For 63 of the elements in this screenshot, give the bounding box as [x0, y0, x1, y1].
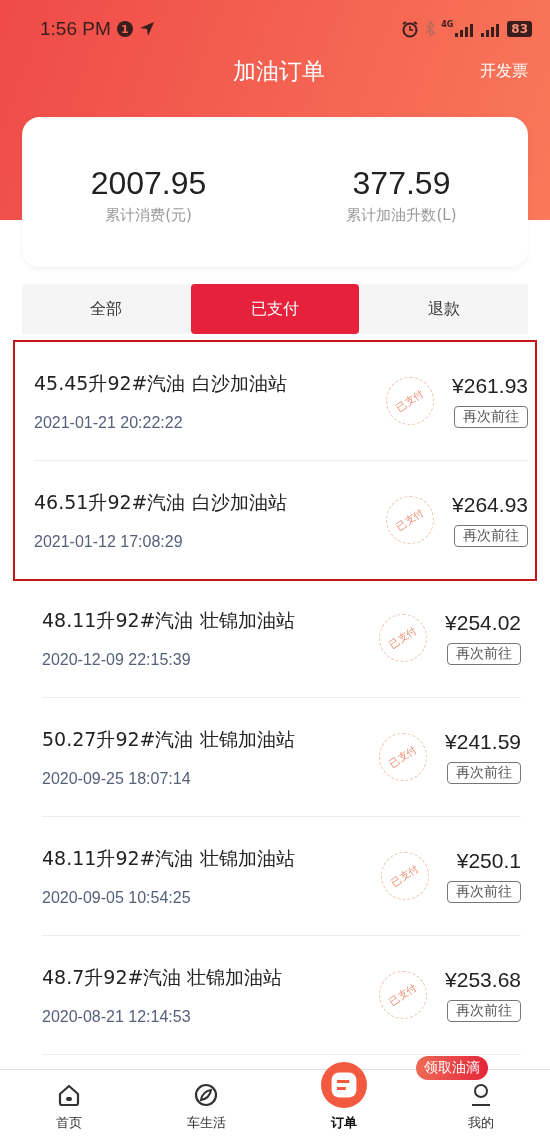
order-time: 2020-12-09 22:15:39: [42, 650, 192, 669]
order-title: 50.27升92#汽油 壮锦加油站: [42, 726, 296, 752]
order-price: ¥254.02: [445, 611, 521, 635]
order-time: 2020-09-25 18:07:14: [42, 769, 192, 788]
signal-icon: [455, 21, 476, 37]
nav-tab[interactable]: 车生活: [137, 1082, 275, 1140]
signal-icon: [481, 21, 502, 37]
nav-label: 车生活: [186, 1114, 226, 1132]
order-row[interactable]: 50.27升92#汽油 壮锦加油站 2020-09-25 18:07:14 已支付 ¥241.59 再次前往: [42, 698, 521, 817]
order-price: ¥261.93: [452, 374, 528, 398]
stamp-text: 已支付: [393, 386, 427, 416]
stat-label: 累计消费(元): [104, 206, 193, 225]
order-time: 2021-01-21 20:22:22: [34, 413, 184, 432]
stamp-text: 已支付: [393, 505, 427, 535]
order-time: 2020-09-05 10:54:25: [42, 888, 192, 907]
filter-tab[interactable]: 全部: [22, 284, 191, 334]
order-time: 2020-08-21 12:14:53: [42, 1007, 192, 1026]
order-time: 2021-01-12 17:08:29: [34, 532, 184, 551]
nav-label: 我的: [468, 1114, 495, 1132]
compass-icon: [193, 1082, 220, 1108]
order-row[interactable]: 48.7升92#汽油 壮锦加油站 2020-08-21 12:14:53 已支付 ¥253.68 再次前往: [42, 936, 521, 1055]
order-row[interactable]: 48.11升92#汽油 壮锦加油站 2020-12-09 22:15:39 已支付 ¥254.02 再次前往: [42, 579, 521, 698]
order-price: ¥241.59: [445, 730, 521, 754]
go-again-button[interactable]: 再次前往: [447, 762, 521, 784]
stamp-text: 已支付: [388, 861, 422, 891]
order-title: 45.45升92#汽油 白沙加油站: [34, 370, 288, 396]
filter-tab[interactable]: 已支付: [190, 284, 360, 334]
order-title: 48.7升92#汽油 壮锦加油站: [42, 964, 284, 990]
order-price: ¥250.1: [456, 849, 521, 873]
nav-tab[interactable]: 订单: [275, 1062, 413, 1140]
go-again-button[interactable]: 再次前往: [447, 643, 521, 665]
page-title: 加油订单: [233, 57, 325, 86]
nav-label: 订单: [330, 1114, 357, 1132]
stat-label: 累计加油升数(L): [345, 206, 458, 225]
go-again-button[interactable]: 再次前往: [454, 525, 528, 547]
nav-label: 首页: [55, 1114, 82, 1132]
order-title: 48.11升92#汽油 壮锦加油站: [42, 845, 296, 871]
order-title: 48.11升92#汽油 壮锦加油站: [42, 607, 296, 633]
filter-tab[interactable]: 退款: [359, 284, 528, 334]
location-icon: [138, 21, 155, 37]
battery-level: 83: [507, 21, 532, 37]
network-label: 4G: [441, 20, 454, 29]
stat-value: 377.59: [351, 165, 452, 202]
bluetooth-icon: [425, 21, 436, 37]
notification-badge: 1: [116, 21, 133, 37]
go-again-button[interactable]: 再次前往: [447, 1000, 521, 1022]
order-title: 46.51升92#汽油 白沙加油站: [34, 489, 288, 515]
promo-badge[interactable]: 领取油滴: [416, 1056, 488, 1080]
clock-time: 1:56 PM: [40, 18, 111, 40]
stamp-text: 已支付: [386, 742, 420, 772]
stamp-text: 已支付: [386, 623, 420, 653]
order-price: ¥264.93: [452, 493, 528, 517]
order-price: ¥253.68: [445, 968, 521, 992]
nav-tab[interactable]: 我的: [412, 1082, 550, 1140]
order-row[interactable]: 45.45升92#汽油 白沙加油站 2021-01-21 20:22:22 已支付 ¥261.93 再次前往: [34, 342, 528, 461]
order-row[interactable]: 48.11升92#汽油 壮锦加油站 2020-09-05 10:54:25 已支付 ¥250.1 再次前往: [42, 817, 521, 936]
order-row[interactable]: 46.51升92#汽油 白沙加油站 2021-01-12 17:08:29 已支付 ¥264.93 再次前往: [34, 461, 528, 579]
go-again-button[interactable]: 再次前往: [454, 406, 528, 428]
stamp-text: 已支付: [386, 980, 420, 1010]
go-again-button[interactable]: 再次前往: [447, 881, 521, 903]
nav-tab[interactable]: 首页: [0, 1082, 138, 1140]
stat-value: 2007.95: [89, 165, 208, 202]
alarm-icon: [401, 20, 420, 38]
